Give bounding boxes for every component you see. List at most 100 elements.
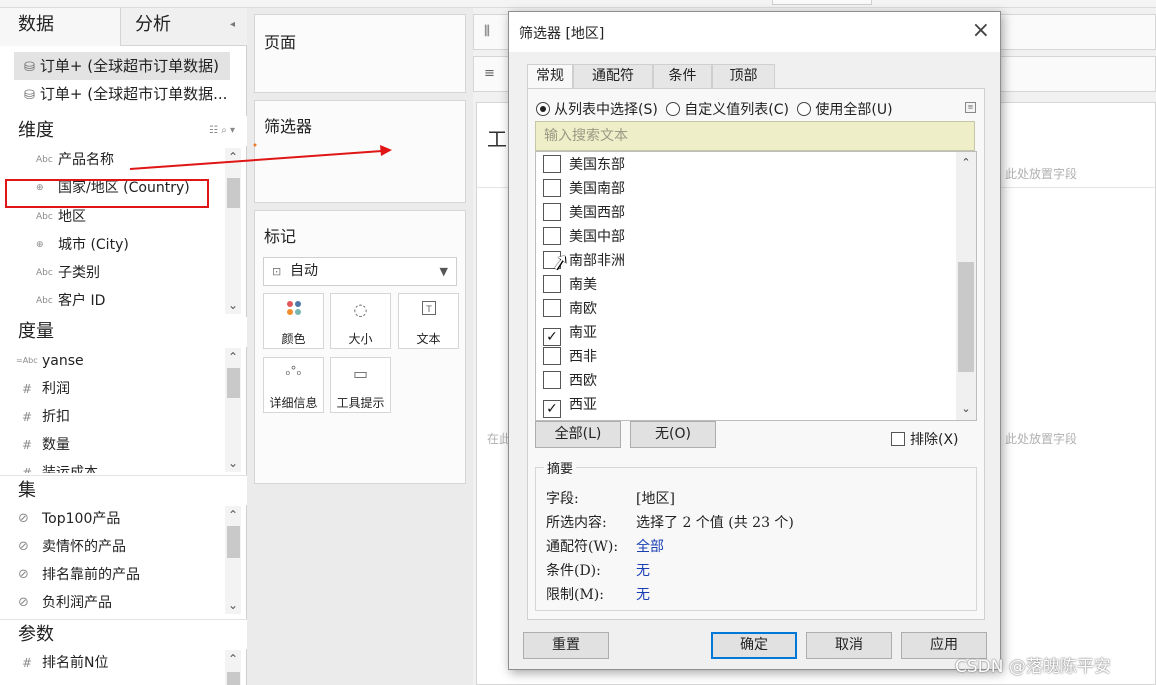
datasource-item[interactable]: ⛁ 订单+ (全球超市订单数据... [14,80,227,108]
dimension-field[interactable]: Abc 子类别 [8,259,226,287]
tab-data[interactable]: 数据 [0,8,121,46]
parameters-title: 参数 [18,624,54,645]
list-item[interactable]: ✓ 西亚 [543,394,597,418]
ok-button[interactable]: 确定 [711,632,797,659]
exclude-checkbox[interactable] [891,432,905,446]
list-item[interactable]: 南美 [543,274,597,298]
measures-scrollbar[interactable]: ⌃ ⌄ [225,348,241,472]
scroll-up-icon[interactable]: ⌃ [225,652,241,666]
mark-type-dropdown[interactable]: ⊡ 自动 ▼ [263,257,457,286]
scroll-thumb[interactable] [227,178,240,208]
dimension-field[interactable]: Abc 客户 ID [8,287,226,315]
filters-card[interactable]: 筛选器 [254,100,466,203]
dialog-title: 筛选器 [地区] [519,26,605,42]
tooltip-label: 工具提示 [336,396,385,410]
color-button[interactable]: 颜色 [263,293,324,349]
datasource-item[interactable]: ⛁ 订单+ (全球超市订单数据) [14,52,230,80]
measure-field[interactable]: # 数量 [8,431,226,459]
set-field[interactable]: ⊘ Top100产品 [8,505,226,533]
exclude-option[interactable]: 排除(X) [891,429,959,449]
list-scrollbar[interactable]: ⌃ ⌄ [956,152,976,420]
checkbox[interactable] [543,179,561,197]
scroll-down-icon[interactable]: ⌄ [225,456,241,470]
scroll-thumb[interactable] [227,672,240,685]
checkbox[interactable] [543,299,561,317]
tab-analysis[interactable]: 分析 [121,8,225,46]
measure-field[interactable]: # 折扣 [8,403,226,431]
select-all-button[interactable]: 全部(L) [535,421,621,448]
summary-link[interactable]: 无 [636,587,650,603]
dimensions-scrollbar[interactable]: ⌃ ⌄ [225,148,241,314]
radio-use-all[interactable] [797,102,812,116]
list-item[interactable]: 美国西部 [543,202,625,226]
summary-link[interactable]: 无 [636,563,650,579]
radio-from-list[interactable] [536,102,550,116]
checkbox[interactable] [543,203,561,221]
dimensions-tools-icon[interactable]: ☷ ⌕ ▾ [209,116,235,146]
summary-link[interactable]: 全部 [636,539,664,555]
checkbox[interactable] [543,155,561,173]
measure-field[interactable]: =Abc yanse [8,347,226,375]
radio-custom-list[interactable] [666,102,681,116]
scroll-up-icon[interactable]: ⌃ [225,508,241,522]
summary-row: 通配符(W): 全部 [546,536,664,556]
tab-general[interactable]: 常规 [527,64,573,89]
list-menu-icon[interactable]: ≡ [965,102,976,113]
scroll-up-icon[interactable]: ⌃ [225,150,241,164]
scroll-down-icon[interactable]: ⌄ [956,402,976,415]
tooltip-button[interactable]: ▭ 工具提示 [330,357,391,413]
measure-field[interactable]: # 利润 [8,375,226,403]
list-item[interactable]: 南欧 [543,298,597,322]
dimension-field[interactable]: ⊕ 城市 (City) [8,231,226,259]
scroll-down-icon[interactable]: ⌄ [225,598,241,612]
toolbar-menu-stub[interactable] [772,0,872,5]
parameter-field[interactable]: # 排名前N位 [8,649,226,677]
search-input[interactable]: 输入搜索文本 [535,121,975,151]
list-item[interactable]: 美国南部 [543,178,625,202]
checkbox-checked[interactable]: ✓ [543,400,561,418]
cancel-button[interactable]: 取消 [806,632,892,659]
pane-collapse-icon[interactable]: ◂ [230,19,235,30]
reset-button[interactable]: 重置 [523,632,609,659]
scroll-thumb[interactable] [958,262,974,372]
tab-wildcard[interactable]: 通配符 [573,64,653,88]
set-field[interactable]: ⊘ 负利润产品 [8,589,226,617]
set-field[interactable]: ⊘ 排名靠前的产品 [8,561,226,589]
tab-condition[interactable]: 条件 [653,64,712,88]
checkbox[interactable] [543,227,561,245]
field-label: 数量 [42,437,70,453]
scroll-up-icon[interactable]: ⌃ [225,350,241,364]
size-button[interactable]: ◌ 大小 [330,293,391,349]
list-item[interactable]: 西非 [543,346,597,370]
text-button[interactable]: T 文本 [398,293,459,349]
close-icon[interactable]: × [972,16,990,46]
set-field[interactable]: ⊘ 卖情怀的产品 [8,533,226,561]
checkbox[interactable] [543,371,561,389]
detail-button[interactable]: ₒ°ₒ 详细信息 [263,357,324,413]
field-label: 折扣 [42,409,70,425]
value-list[interactable]: 美国东部 美国南部 美国西部 美国中部 南部非洲 南美 南欧 ✓ 南亚 西非 西欧… [535,151,977,421]
checkbox[interactable] [543,275,561,293]
tab-top[interactable]: 顶部 [712,64,775,88]
marks-card-title: 标记 [264,227,297,246]
checkbox[interactable] [543,347,561,365]
sets-scrollbar[interactable]: ⌃ ⌄ [225,506,241,614]
scroll-thumb[interactable] [227,368,240,398]
parameters-scrollbar[interactable]: ⌃ [225,650,241,685]
tooltip-icon: ▭ [352,364,369,383]
select-none-button[interactable]: 无(O) [630,421,716,448]
field-label: 卖情怀的产品 [42,539,126,555]
list-item[interactable]: 美国中部 [543,226,625,250]
dimension-field[interactable]: Abc 产品名称 [8,146,226,174]
sets-header: 集 [0,475,247,505]
pages-card[interactable]: 页面 [254,14,466,93]
list-item[interactable]: 美国东部 [543,154,625,178]
list-item[interactable]: ✓ 南亚 [543,322,597,346]
measure-field[interactable]: # 装运成本 [8,459,226,473]
field-label: Top100产品 [42,511,121,527]
scroll-up-icon[interactable]: ⌃ [956,156,976,169]
scroll-down-icon[interactable]: ⌄ [225,298,241,312]
scroll-thumb[interactable] [227,526,240,558]
list-item[interactable]: 西欧 [543,370,597,394]
checkbox-checked[interactable]: ✓ [543,328,561,346]
